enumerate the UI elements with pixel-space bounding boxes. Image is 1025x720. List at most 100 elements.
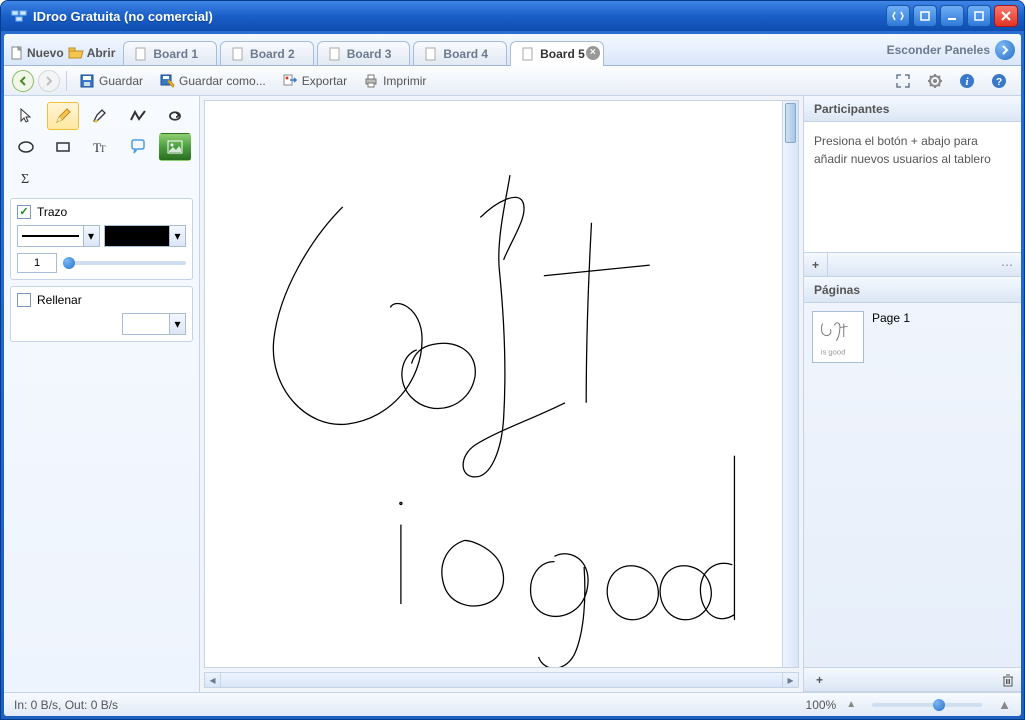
titlebar: IDroo Gratuita (no comercial) xyxy=(1,1,1024,31)
page-thumbnail: is good xyxy=(812,311,864,363)
expand-icon xyxy=(895,73,911,89)
stroke-color-swatch xyxy=(105,226,170,246)
workspace: TT Σ Trazo ▾ xyxy=(4,96,1021,692)
pages-bottom-bar: + xyxy=(804,667,1021,691)
delete-page-button[interactable] xyxy=(1001,673,1015,687)
printer-icon xyxy=(363,73,379,89)
line-width-slider[interactable] xyxy=(63,261,186,265)
fill-checkbox[interactable] xyxy=(17,293,31,307)
select-tool[interactable] xyxy=(10,102,42,130)
open-board-button[interactable]: Abrir xyxy=(68,46,116,60)
info-button[interactable]: i xyxy=(953,70,981,92)
gear-icon xyxy=(927,73,943,89)
highlighter-tool[interactable] xyxy=(84,102,116,130)
settings-button[interactable] xyxy=(921,70,949,92)
app-window: IDroo Gratuita (no comercial) Nuevo Abri… xyxy=(0,0,1025,720)
new-label: Nuevo xyxy=(27,46,64,60)
participants-collapse-icon[interactable]: ⋯ xyxy=(993,258,1021,272)
zoom-out-icon[interactable]: ▲ xyxy=(846,699,856,710)
speech-bubble-tool[interactable] xyxy=(122,133,154,161)
vertical-scrollbar[interactable] xyxy=(782,101,798,667)
fill-color-combo[interactable]: ▾ xyxy=(122,313,186,335)
right-panel: Participantes Presiona el botón + abajo … xyxy=(803,96,1021,692)
ellipse-tool[interactable] xyxy=(10,133,42,161)
minimize-button[interactable] xyxy=(940,5,964,27)
maximize-button[interactable] xyxy=(967,5,991,27)
print-button[interactable]: Imprimir xyxy=(357,70,432,92)
fill-label: Rellenar xyxy=(37,293,82,307)
export-button[interactable]: Exportar xyxy=(276,70,353,92)
left-tool-panel: TT Σ Trazo ▾ xyxy=(4,96,200,692)
svg-text:?: ? xyxy=(996,77,1002,88)
tab-board-3[interactable]: Board 3 xyxy=(317,41,411,65)
tab-label: Board 4 xyxy=(443,47,488,61)
handwriting-drawing xyxy=(205,101,798,668)
io-status: In: 0 B/s, Out: 0 B/s xyxy=(14,698,118,712)
stroke-group: Trazo ▾ ▾ xyxy=(10,198,193,280)
tab-board-1[interactable]: Board 1 xyxy=(123,41,217,65)
open-label: Abrir xyxy=(87,46,116,60)
fill-group: Rellenar ▾ xyxy=(10,286,193,342)
nav-back-button[interactable] xyxy=(12,70,34,92)
inner-frame: Nuevo Abrir Board 1 Board 2 Board 3 xyxy=(4,34,1021,716)
pencil-tool[interactable] xyxy=(47,102,79,130)
pages-section: Páginas is good Page 1 xyxy=(804,277,1021,692)
save-label: Guardar xyxy=(99,74,143,88)
tab-board-5[interactable]: Board 5 × xyxy=(510,41,604,66)
line-swatch xyxy=(22,235,79,237)
zoom-value: 100% xyxy=(806,698,837,712)
text-tool[interactable]: TT xyxy=(84,133,116,161)
zoom-in-icon[interactable]: ▲ xyxy=(998,697,1011,712)
line-tool[interactable] xyxy=(122,102,154,130)
arrow-right-icon xyxy=(995,40,1015,60)
hide-panels-button[interactable]: Esconder Paneles xyxy=(887,40,1015,65)
tab-label: Board 5 xyxy=(540,47,585,61)
info-icon: i xyxy=(959,73,975,89)
help-icon: ? xyxy=(991,73,1007,89)
whiteboard-canvas[interactable] xyxy=(204,100,799,668)
floppy-pencil-icon xyxy=(159,73,175,89)
tab-board-2[interactable]: Board 2 xyxy=(220,41,314,65)
freehand-shape-tool[interactable] xyxy=(159,102,191,130)
add-participant-button[interactable]: + xyxy=(804,253,828,277)
zoom-slider[interactable] xyxy=(872,703,982,707)
tab-board-4[interactable]: Board 4 xyxy=(413,41,507,65)
help-button[interactable]: ? xyxy=(985,70,1013,92)
hide-panels-label: Esconder Paneles xyxy=(887,43,990,57)
pages-header: Páginas xyxy=(804,277,1021,303)
winbtn-extra-2[interactable] xyxy=(913,5,937,27)
participants-add-bar: + ⋯ xyxy=(804,252,1021,276)
horizontal-scrollbar[interactable]: ◂ ▸ xyxy=(204,672,799,688)
export-label: Exportar xyxy=(302,74,347,88)
chevron-down-icon: ▾ xyxy=(169,226,185,246)
add-page-button[interactable]: + xyxy=(810,673,829,687)
zoom-slider-thumb[interactable] xyxy=(933,699,945,711)
slider-thumb[interactable] xyxy=(63,257,75,269)
line-width-input[interactable] xyxy=(17,253,57,273)
tab-close-icon[interactable]: × xyxy=(586,46,600,60)
save-as-button[interactable]: Guardar como... xyxy=(153,70,272,92)
svg-text:is good: is good xyxy=(821,347,846,356)
scroll-right-icon[interactable]: ▸ xyxy=(782,673,798,687)
close-button[interactable] xyxy=(994,5,1018,27)
save-button[interactable]: Guardar xyxy=(73,70,149,92)
winbtn-extra-1[interactable] xyxy=(886,5,910,27)
stroke-label: Trazo xyxy=(37,205,67,219)
tool-grid: TT Σ xyxy=(10,102,193,192)
page-item-1[interactable]: is good Page 1 xyxy=(804,303,1021,371)
fullscreen-button[interactable] xyxy=(889,70,917,92)
new-board-button[interactable]: Nuevo xyxy=(10,46,64,60)
stroke-checkbox[interactable] xyxy=(17,205,31,219)
stroke-color-combo[interactable]: ▾ xyxy=(104,225,187,247)
nav-forward-button[interactable] xyxy=(38,70,60,92)
window-title: IDroo Gratuita (no comercial) xyxy=(33,9,886,24)
image-tool[interactable] xyxy=(159,133,191,161)
formula-tool[interactable]: Σ xyxy=(10,164,42,192)
rectangle-tool[interactable] xyxy=(47,133,79,161)
print-label: Imprimir xyxy=(383,74,426,88)
scrollbar-thumb[interactable] xyxy=(785,103,796,143)
chevron-down-icon: ▾ xyxy=(169,314,185,334)
line-style-combo[interactable]: ▾ xyxy=(17,225,100,247)
participants-section: Participantes Presiona el botón + abajo … xyxy=(804,96,1021,277)
scroll-left-icon[interactable]: ◂ xyxy=(205,673,221,687)
